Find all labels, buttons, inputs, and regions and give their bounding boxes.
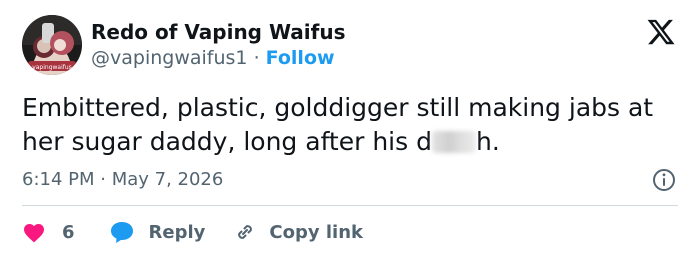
tweet-text: Embittered, plastic, golddigger still ma… [22, 91, 682, 159]
handle-row: @vapingwaifus1 · Follow [91, 47, 335, 69]
like-count: 6 [62, 221, 75, 243]
x-logo-icon[interactable] [646, 17, 676, 47]
copy-link-label: Copy link [269, 221, 363, 243]
divider [22, 205, 678, 206]
info-icon[interactable] [652, 168, 676, 192]
tweet-timestamp[interactable]: 6:14 PM · May 7, 2026 [22, 169, 223, 190]
copy-link-button[interactable]: Copy link [233, 220, 363, 244]
follow-button[interactable]: Follow [266, 47, 335, 69]
account-handle[interactable]: @vapingwaifus1 [91, 47, 248, 69]
heart-icon [22, 221, 46, 243]
tweet-text-part: Embittered, plastic, golddigger still ma… [22, 93, 654, 156]
link-icon [233, 220, 257, 244]
display-name[interactable]: Redo of Vaping Waifus [91, 20, 346, 44]
tweet-text-part: h. [475, 127, 500, 156]
reply-label: Reply [148, 221, 206, 243]
avatar[interactable]: vapingwaifus [22, 15, 82, 75]
svg-text:vapingwaifus: vapingwaifus [32, 64, 72, 71]
censored-word-blur [431, 131, 476, 153]
speech-bubble-icon [109, 220, 135, 244]
reply-button[interactable]: Reply [109, 220, 206, 244]
action-bar: 6 Reply Copy link [22, 219, 363, 245]
like-button[interactable]: 6 [22, 221, 75, 243]
handle-separator: · [253, 47, 260, 69]
